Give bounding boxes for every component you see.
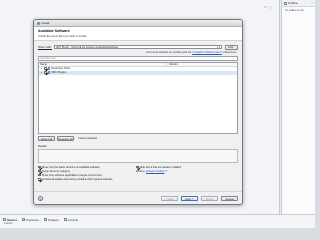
details-box — [38, 148, 238, 163]
wizard-subtitle: Check the items that you wish to install… — [38, 33, 87, 38]
option-group-by-category[interactable]: Group items by category — [38, 170, 136, 173]
selection-row: Select All Deselect All 0 items selected — [38, 136, 238, 142]
column-version[interactable]: Version — [167, 63, 178, 66]
eclipse-icon — [37, 21, 40, 25]
column-name[interactable]: Name — [39, 62, 167, 66]
available-sites-link[interactable]: "Available Software Sites" — [192, 51, 222, 54]
next-button[interactable]: Next > — [181, 196, 198, 201]
outline-message: An outline is not — [285, 9, 304, 12]
work-with-value: ADT Plugin - https://dl-ssl.google.com/a… — [55, 45, 119, 49]
tab-console-label: Console — [67, 217, 79, 222]
tab-console[interactable]: Console — [63, 217, 79, 222]
outline-tab[interactable]: Outline × — [282, 0, 315, 7]
outline-view: Outline × An outline is not — [281, 0, 315, 214]
add-button[interactable]: Add... — [225, 44, 238, 50]
markers-status: 0 items — [4, 222, 13, 225]
work-with-combo[interactable]: ADT Plugin - https://dl-ssl.google.com/a… — [53, 44, 222, 50]
already-installed-link[interactable]: already installed — [146, 170, 165, 173]
bottom-panel: Markers Properties Snippets Console 0 it… — [0, 214, 315, 228]
target-environment-checkbox[interactable] — [38, 173, 41, 177]
work-with-label: Work with: — [38, 45, 52, 49]
maximize-icon[interactable]: ▢ — [269, 5, 272, 9]
filter-input[interactable]: type filter text — [38, 56, 238, 61]
details-section: Details — [38, 144, 238, 163]
software-tree[interactable]: Name Version ▸ Developer Tools ▸ NDK Plu… — [38, 61, 238, 134]
options-section: Show only the latest versions of availab… — [38, 166, 238, 181]
back-button[interactable]: < Back — [161, 196, 178, 201]
outline-tab-label: Outline — [288, 1, 298, 5]
option-contact-update-sites[interactable]: Contact all update sites during install … — [38, 178, 136, 181]
tab-markers[interactable]: Markers — [3, 218, 17, 222]
developer-tools-checkbox[interactable] — [44, 67, 47, 70]
footer-buttons: < Back Next > Finish Cancel — [161, 196, 238, 201]
tab-markers-label: Markers — [7, 217, 18, 222]
tab-properties-label: Properties — [26, 217, 39, 222]
what-is-prefix: What is — [136, 169, 145, 173]
close-icon[interactable]: × — [311, 1, 313, 5]
find-more-suffix: preferences. — [222, 51, 237, 54]
tab-snippets[interactable]: Snippets — [43, 217, 59, 222]
properties-icon — [22, 218, 26, 221]
option-label: Hide items that are already installed — [139, 165, 182, 169]
tree-item-ndk-plugins[interactable]: ▸ NDK Plugins — [39, 70, 237, 75]
tab-properties[interactable]: Properties — [22, 218, 39, 222]
finish-button[interactable]: Finish — [201, 196, 218, 201]
option-label: Show only the latest versions of availab… — [41, 165, 100, 169]
option-label: Show only software applicable to target … — [41, 173, 102, 177]
option-target-environment[interactable]: Show only software applicable to target … — [38, 174, 136, 177]
select-all-button[interactable]: Select All — [38, 136, 55, 141]
wizard-body: Work with: ADT Plugin - https://dl-ssl.g… — [34, 41, 242, 183]
hide-installed-checkbox[interactable] — [136, 165, 139, 169]
deselect-all-button[interactable]: Deselect All — [57, 136, 74, 141]
markers-icon — [3, 218, 6, 221]
option-label: Contact all update sites during install … — [41, 177, 113, 181]
wizard-title: Available Software — [38, 28, 70, 33]
option-label: Group items by category — [41, 169, 71, 173]
dialog-title: Install — [41, 21, 50, 25]
find-more-row: Find more software by working with the "… — [38, 50, 238, 55]
install-dialog: Install Available Software Check the ite… — [33, 19, 243, 205]
options-right: Hide items that are already installed Wh… — [136, 166, 181, 181]
editor-controls: ▭ ▢ — [264, 4, 278, 9]
option-hide-installed[interactable]: Hide items that are already installed — [136, 166, 181, 169]
tree-item-label: Developer Tools — [51, 67, 70, 70]
expand-icon[interactable]: ▸ — [41, 71, 43, 74]
cancel-button[interactable]: Cancel — [221, 196, 238, 201]
chevron-down-icon[interactable]: ▾ — [217, 46, 221, 48]
latest-versions-checkbox[interactable] — [38, 165, 41, 169]
selected-count: 0 items selected — [78, 137, 97, 140]
group-by-category-checkbox[interactable] — [38, 169, 41, 173]
tree-item-label: NDK Plugins — [51, 71, 67, 74]
wizard-header: Available Software Check the items that … — [34, 27, 242, 41]
what-is-installed: What is already installed ? — [136, 170, 181, 173]
find-more-prefix: Find more software by working with the — [146, 51, 192, 54]
console-icon — [63, 218, 67, 221]
snippets-icon — [43, 218, 47, 221]
wizard-footer: ? < Back Next > Finish Cancel — [34, 191, 242, 204]
contact-update-sites-checkbox[interactable] — [38, 177, 41, 181]
ndk-plugins-checkbox[interactable] — [44, 71, 47, 74]
bottom-tabs: Markers Properties Snippets Console — [0, 215, 315, 222]
options-left: Show only the latest versions of availab… — [38, 166, 136, 181]
outline-icon — [284, 1, 287, 5]
what-is-suffix: ? — [165, 169, 168, 173]
dialog-titlebar[interactable]: Install — [34, 20, 242, 27]
minimize-icon[interactable]: ▭ — [264, 5, 267, 9]
tab-snippets-label: Snippets — [47, 217, 59, 222]
option-latest-versions[interactable]: Show only the latest versions of availab… — [38, 166, 136, 169]
help-icon[interactable]: ? — [38, 196, 43, 201]
work-with-row: Work with: ADT Plugin - https://dl-ssl.g… — [38, 44, 238, 50]
expand-icon[interactable]: ▸ — [41, 67, 43, 70]
details-label: Details — [38, 143, 47, 148]
